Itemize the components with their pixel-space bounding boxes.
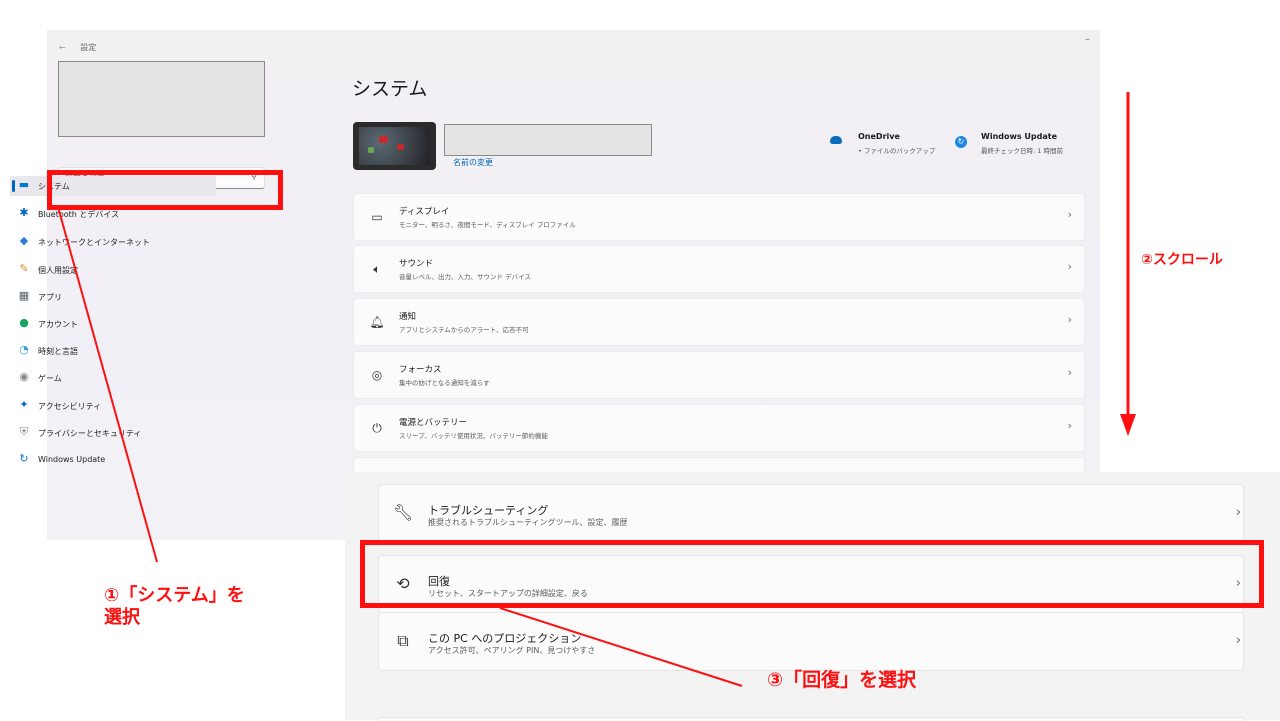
pointer-line-recovery <box>499 607 743 687</box>
scroll-arrow-icon <box>1120 414 1136 436</box>
step1-line1: ①「システム」を <box>104 585 245 606</box>
step1-line2: 選択 <box>104 607 140 628</box>
step2-annotation: ②スクロール <box>1141 252 1223 268</box>
step3-annotation: ③「回復」を選択 <box>767 669 917 691</box>
step1-annotation: ①「システム」を 選択 <box>104 585 245 629</box>
pointer-line-system <box>57 206 158 563</box>
